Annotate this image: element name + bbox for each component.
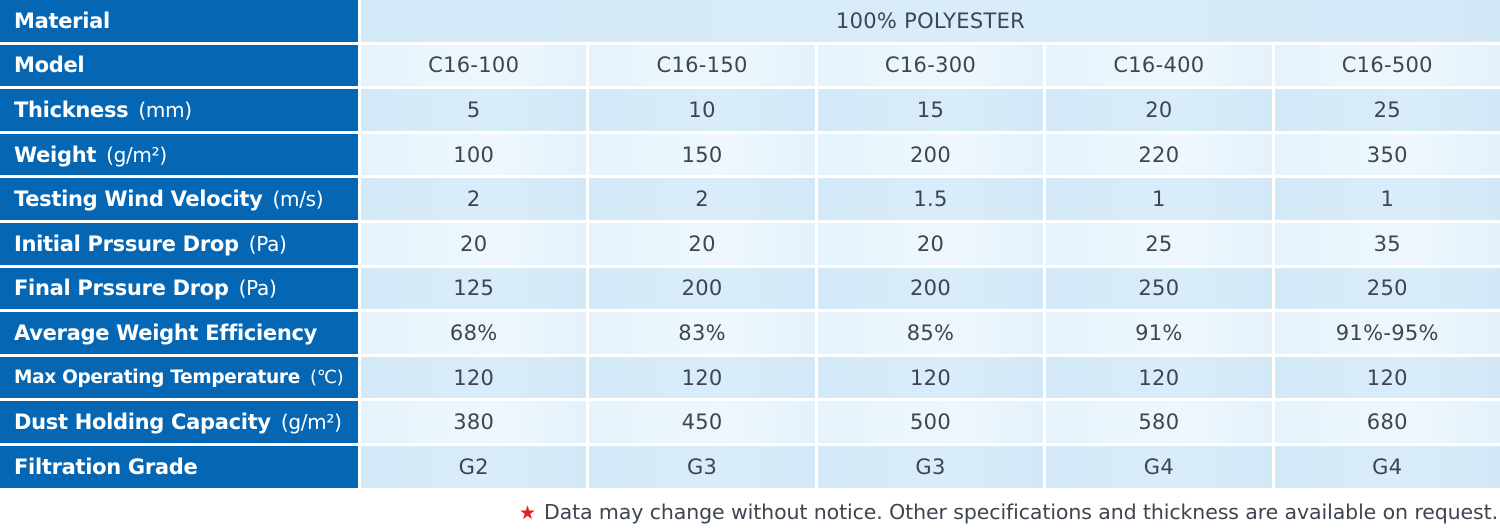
row-header-filtration-grade: Filtration Grade — [0, 445, 358, 488]
table-cell: 100 — [361, 133, 587, 176]
table-cell: 120 — [1046, 356, 1272, 399]
table-cell: 15 — [817, 89, 1044, 131]
table-cell: G2 — [361, 445, 587, 488]
table-cell: 250 — [1274, 267, 1500, 310]
row-unit: (g/m²) — [106, 142, 167, 167]
row-label: Final Prssure Drop — [14, 276, 229, 301]
table-cell: 35 — [1274, 222, 1500, 265]
row-label: Thickness — [14, 97, 129, 122]
table-cell: 91%-95% — [1274, 312, 1500, 354]
table-cell: 220 — [1046, 133, 1272, 176]
table-cell: 150 — [589, 133, 815, 176]
row-unit: (℃) — [310, 367, 344, 389]
table-cell: 20 — [361, 222, 587, 265]
table-cell: 200 — [817, 133, 1044, 176]
row-unit: (m/s) — [272, 187, 324, 212]
table-cell: 5 — [361, 89, 587, 131]
row-header-material: Material — [0, 0, 358, 42]
table-cell: 1 — [1046, 178, 1272, 220]
row-header-thickness: Thickness (mm) — [0, 89, 358, 131]
table-cell: 350 — [1274, 133, 1500, 176]
table-cell: G4 — [1274, 445, 1500, 488]
table-cell: 1.5 — [817, 178, 1044, 220]
row-header-weight: Weight (g/m²) — [0, 133, 358, 176]
row-label: Initial Prssure Drop — [14, 231, 239, 256]
row-header-model: Model — [0, 44, 358, 87]
row-header-final-pressure-drop: Final Prssure Drop (Pa) — [0, 267, 358, 310]
row-unit: (Pa) — [238, 276, 277, 301]
table-cell: 200 — [589, 267, 815, 310]
row-label: Model — [14, 53, 85, 78]
row-unit: (mm) — [138, 97, 192, 122]
model-cell: C16-150 — [589, 44, 815, 87]
row-header-max-operating-temperature: Max Operating Temperature (℃) — [0, 356, 358, 399]
row-label: Max Operating Temperature — [14, 367, 300, 389]
row-label: Testing Wind Velocity — [14, 187, 263, 212]
star-icon: ★ — [519, 502, 536, 524]
row-label: Weight — [14, 142, 97, 167]
table-cell: 83% — [589, 312, 815, 354]
table-cell: 20 — [589, 222, 815, 265]
model-cell: C16-100 — [361, 44, 587, 87]
table-cell: 91% — [1046, 312, 1272, 354]
row-label: Dust Holding Capacity — [14, 410, 271, 435]
row-header-initial-pressure-drop: Initial Prssure Drop (Pa) — [0, 222, 358, 265]
table-cell: 120 — [817, 356, 1044, 399]
row-unit: (Pa) — [248, 231, 287, 256]
table-cell: 580 — [1046, 401, 1272, 443]
table-cell: 2 — [361, 178, 587, 220]
table-cell: 450 — [589, 401, 815, 443]
footnote: ★ Data may change without notice. Other s… — [519, 500, 1498, 524]
table-cell: 125 — [361, 267, 587, 310]
spec-table: Material 100% POLYESTER Model C16-100 C1… — [0, 0, 1500, 488]
table-cell: 20 — [817, 222, 1044, 265]
model-cell: C16-500 — [1274, 44, 1500, 87]
table-cell: 120 — [589, 356, 815, 399]
table-cell: 68% — [361, 312, 587, 354]
table-cell: 120 — [361, 356, 587, 399]
model-cell: C16-300 — [817, 44, 1044, 87]
table-cell: 200 — [817, 267, 1044, 310]
table-cell: 25 — [1274, 89, 1500, 131]
table-cell: 1 — [1274, 178, 1500, 220]
model-cell: C16-400 — [1046, 44, 1272, 87]
row-label: Filtration Grade — [14, 454, 198, 479]
table-cell: 85% — [817, 312, 1044, 354]
row-label: Material — [14, 8, 110, 33]
table-cell: 25 — [1046, 222, 1272, 265]
table-cell: 500 — [817, 401, 1044, 443]
row-header-dust-holding-capacity: Dust Holding Capacity (g/m²) — [0, 401, 358, 443]
footnote-text: Data may change without notice. Other sp… — [543, 500, 1498, 524]
table-cell: 680 — [1274, 401, 1500, 443]
table-cell: G3 — [589, 445, 815, 488]
row-label: Average Weight Efficiency — [14, 320, 318, 345]
table-cell: 380 — [361, 401, 587, 443]
table-cell: 120 — [1274, 356, 1500, 399]
material-value: 100% POLYESTER — [361, 0, 1500, 42]
table-cell: 2 — [589, 178, 815, 220]
table-cell: G3 — [817, 445, 1044, 488]
table-cell: G4 — [1046, 445, 1272, 488]
row-header-average-weight-efficiency: Average Weight Efficiency — [0, 312, 358, 354]
table-cell: 10 — [589, 89, 815, 131]
table-cell: 20 — [1046, 89, 1272, 131]
table-cell: 250 — [1046, 267, 1272, 310]
row-header-testing-wind-velocity: Testing Wind Velocity (m/s) — [0, 178, 358, 220]
row-unit: (g/m²) — [280, 410, 342, 435]
